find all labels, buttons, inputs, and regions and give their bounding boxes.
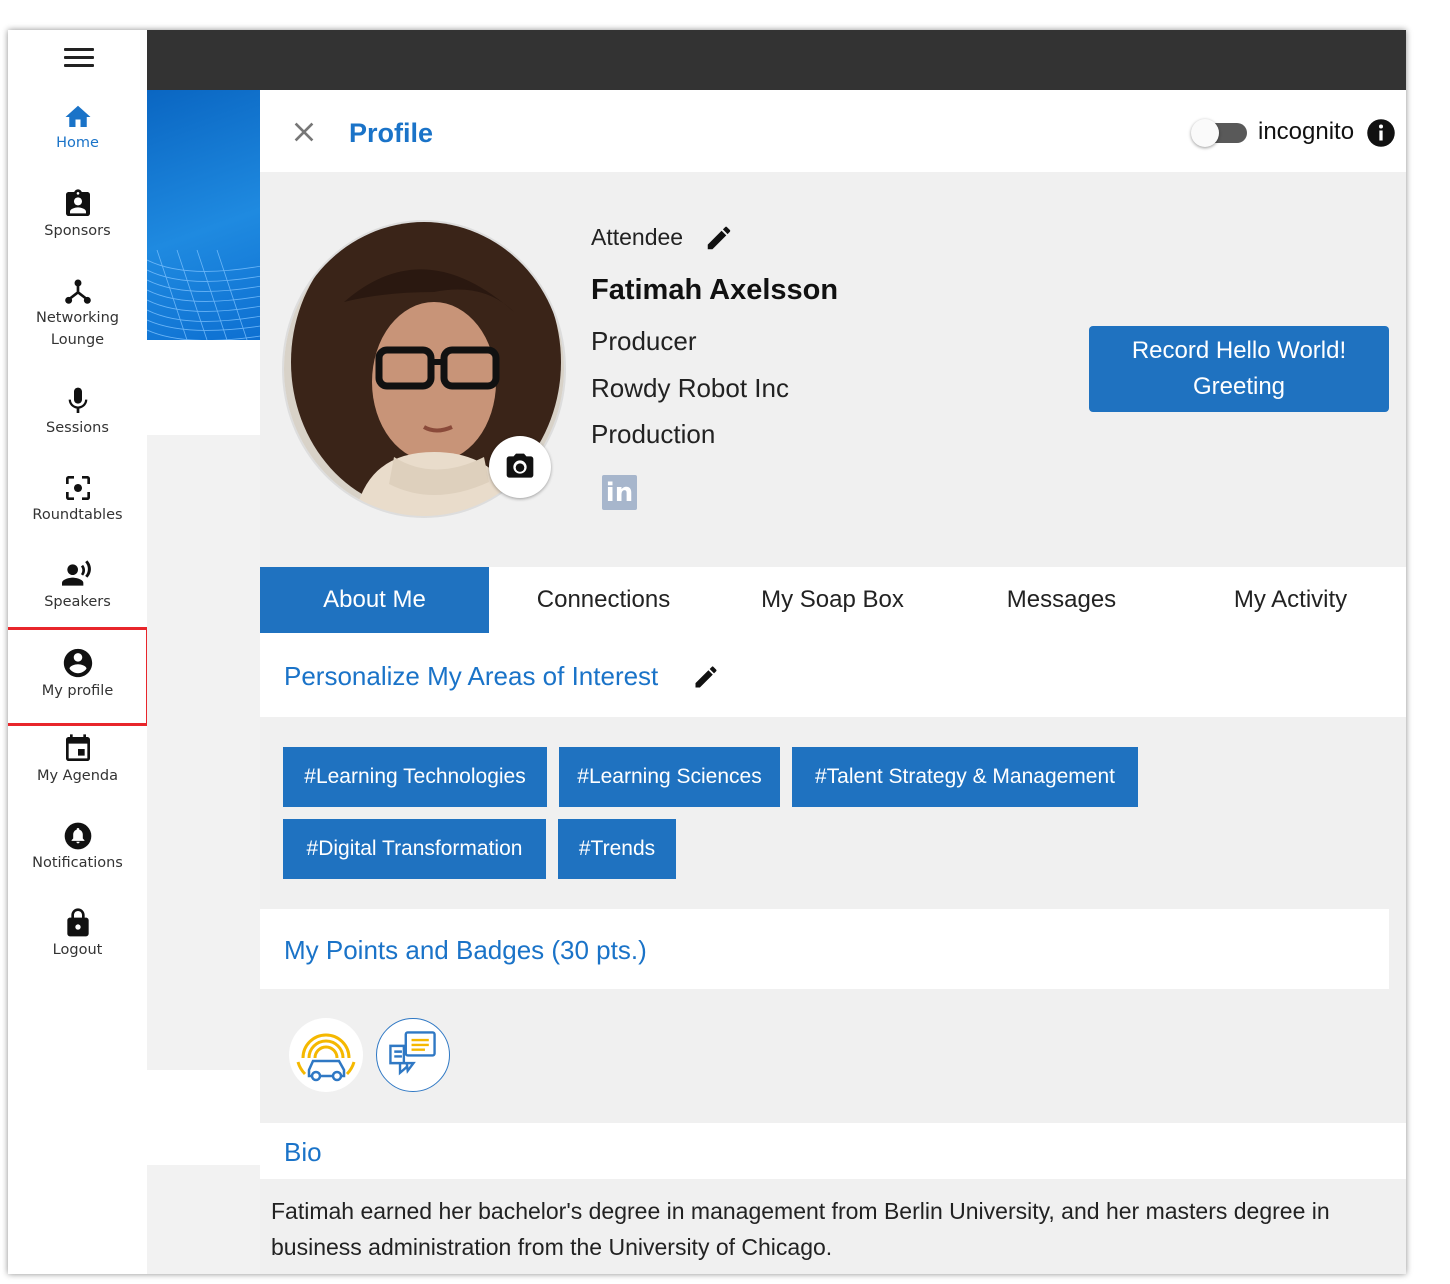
sidebar-item-logout[interactable]: Logout (8, 907, 147, 961)
interest-chip[interactable]: #Digital Transformation (283, 819, 546, 879)
interest-chip[interactable]: #Learning Sciences (559, 747, 780, 807)
points-title: My Points and Badges (30 pts.) (284, 935, 647, 965)
sidebar-item-label: Sessions (46, 420, 109, 436)
tab-my-soap-box[interactable]: My Soap Box (718, 567, 947, 633)
sidebar-item-my-agenda[interactable]: My Agenda (8, 733, 147, 787)
sidebar-item-label: Networking Lounge (36, 310, 119, 348)
record-greeting-button[interactable]: Record Hello World! Greeting (1089, 326, 1389, 412)
sidebar-item-networking-lounge[interactable]: Networking Lounge (8, 275, 147, 351)
sidebar-item-roundtables[interactable]: Roundtables (8, 472, 147, 526)
bio-title: Bio (284, 1137, 322, 1167)
calendar-icon (65, 734, 90, 761)
sidebar-item-label: Sponsors (44, 223, 111, 239)
interest-chip[interactable]: #Talent Strategy & Management (792, 747, 1138, 807)
sidebar-item-label: Speakers (44, 594, 111, 610)
tab-my-activity[interactable]: My Activity (1176, 567, 1405, 633)
sidebar-item-label: Roundtables (32, 507, 123, 523)
connected-car-badge-icon[interactable] (289, 1018, 363, 1092)
panel-header: Profile incognito (260, 90, 1406, 172)
background-section (147, 435, 267, 1070)
sidebar-item-speakers[interactable]: Speakers (8, 559, 147, 613)
background-banner (147, 90, 267, 340)
selection-highlight (8, 627, 149, 726)
sidebar-item-home[interactable]: Home (8, 102, 147, 154)
profile-name: Fatimah Axelsson (591, 274, 839, 306)
top-bar (147, 30, 1406, 90)
panel-title: Profile (349, 118, 434, 148)
profile-panel: Profile incognito Attendee Fatimah Axels… (260, 90, 1406, 1274)
interests-title: Personalize My Areas of Interest (284, 661, 659, 691)
toggle-knob (1191, 119, 1219, 147)
close-icon[interactable] (288, 116, 320, 148)
sidebar-item-label: My Agenda (36, 768, 119, 784)
network-icon (64, 279, 91, 304)
camera-icon (506, 453, 534, 478)
sidebar-item-notifications[interactable]: Notifications (8, 820, 147, 874)
badge-icon (65, 189, 90, 216)
info-icon[interactable] (1366, 118, 1396, 148)
sidebar-item-sponsors[interactable]: Sponsors (8, 188, 147, 242)
sidebar: Home Sponsors Networking Lounge Sessions… (8, 30, 149, 1274)
profile-department: Production (591, 419, 716, 449)
bell-icon (64, 822, 91, 850)
interest-chip[interactable]: #Learning Technologies (283, 747, 547, 807)
app-window: Home Sponsors Networking Lounge Sessions… (8, 30, 1406, 1274)
lock-icon (66, 908, 89, 937)
microphone-icon (68, 387, 87, 413)
home-icon (65, 105, 90, 127)
wave-graphic (147, 249, 267, 340)
sidebar-item-sessions[interactable]: Sessions (8, 385, 147, 439)
edit-pencil-icon[interactable] (704, 223, 734, 253)
profile-company: Rowdy Robot Inc (591, 373, 789, 403)
bio-header: Bio (260, 1123, 1406, 1179)
bio-text: Fatimah earned her bachelor's degree in … (271, 1198, 1330, 1260)
background-section (147, 1165, 267, 1274)
change-photo-button[interactable] (489, 436, 551, 498)
edit-pencil-icon[interactable] (692, 663, 720, 691)
interest-chip[interactable]: #Trends (558, 819, 676, 879)
speaker-person-icon (61, 560, 91, 586)
profile-job-title: Producer (591, 326, 697, 356)
tab-about-me[interactable]: About Me (260, 567, 489, 633)
profile-role: Attendee (591, 224, 684, 250)
sidebar-item-label: Logout (52, 942, 103, 958)
incognito-label: incognito (1258, 118, 1355, 145)
center-focus-icon (65, 476, 90, 500)
sidebar-item-label: Notifications (32, 855, 123, 871)
hamburger-menu-icon[interactable] (64, 48, 94, 70)
points-header: My Points and Badges (30 pts.) (260, 909, 1389, 989)
interests-header: Personalize My Areas of Interest (260, 633, 1406, 717)
linkedin-icon[interactable]: in (602, 475, 637, 510)
tab-messages[interactable]: Messages (947, 567, 1176, 633)
chat-bubbles-badge-icon[interactable] (376, 1018, 450, 1092)
incognito-toggle[interactable] (1191, 119, 1247, 147)
sidebar-item-label: Home (56, 135, 99, 151)
profile-tabs: About Me Connections My Soap Box Message… (260, 567, 1406, 633)
tab-connections[interactable]: Connections (489, 567, 718, 633)
